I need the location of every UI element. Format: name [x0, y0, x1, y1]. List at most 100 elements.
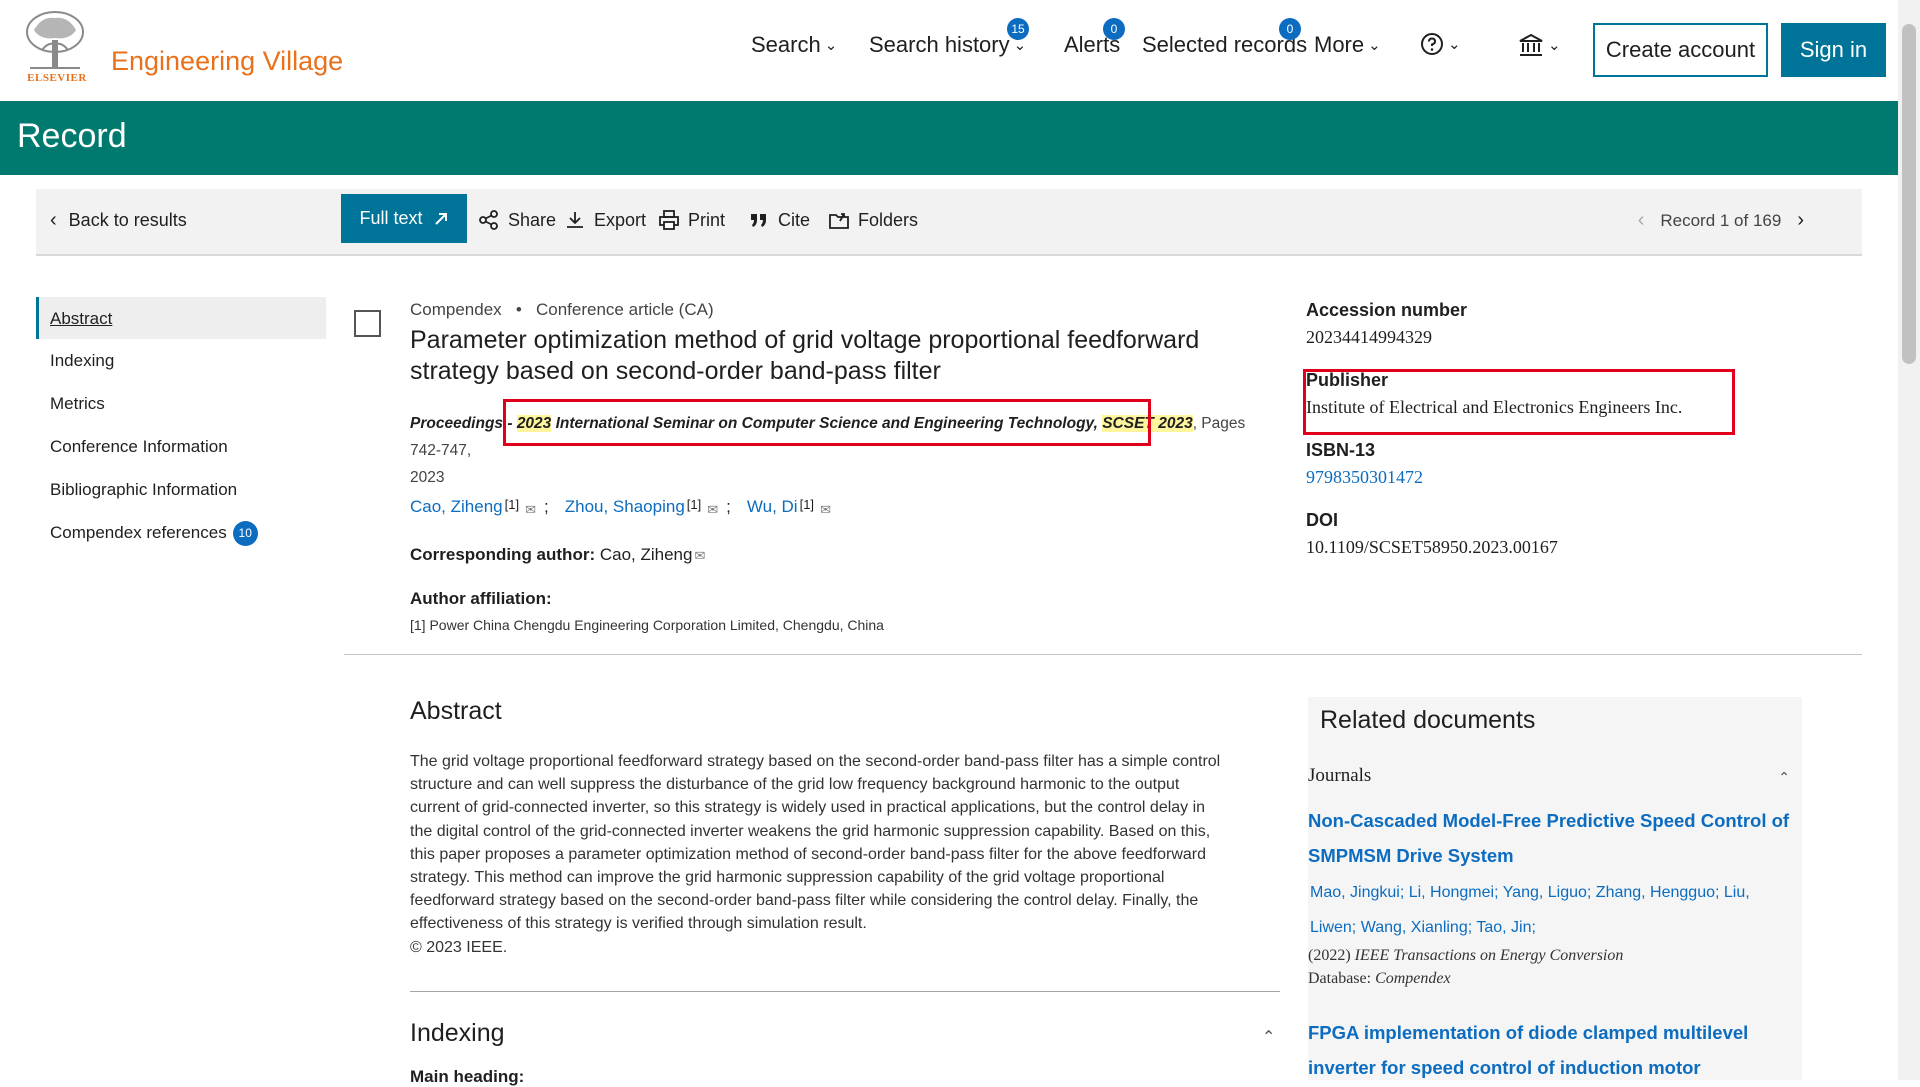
chevron-down-icon: ⌄ — [1448, 36, 1461, 53]
isbn-label: ISBN-13 — [1306, 440, 1376, 460]
related-doc-title-link[interactable]: FPGA implementation of diode clamped mul… — [1308, 1015, 1788, 1080]
share-button[interactable]: Share — [478, 209, 556, 231]
print-label: Print — [688, 209, 726, 230]
email-icon[interactable]: ✉ — [525, 502, 536, 518]
source-prefix: Proceedings - — [410, 415, 517, 432]
abstract-text: The grid voltage proportional feedforwar… — [410, 750, 1230, 959]
author-affiliation-ref: [1] — [799, 497, 815, 512]
sidenav-conference-information[interactable]: Conference Information — [36, 425, 326, 468]
author-affiliation-ref: [1] — [504, 497, 520, 512]
search-history-badge: 15 — [1007, 18, 1029, 40]
selected-records-badge: 0 — [1279, 18, 1301, 40]
alerts-badge: 0 — [1103, 18, 1125, 40]
related-doc-journal: IEEE Transactions on Energy Conversion — [1354, 947, 1624, 964]
related-documents-heading: Related documents — [1320, 706, 1536, 734]
sidenav-abstract[interactable]: Abstract — [36, 297, 326, 339]
record-banner: Record — [0, 101, 1898, 175]
author-affiliation-ref: [1] — [686, 497, 702, 512]
doi: 10.1109/SCSET58950.2023.00167 — [1306, 537, 1558, 557]
chevron-right-icon[interactable]: › — [1797, 209, 1804, 232]
scrollbar-thumb[interactable] — [1902, 24, 1916, 364]
author-affiliation: [1] Power China Chengdu Engineering Corp… — [410, 617, 884, 633]
corresponding-author: Corresponding author: Cao, Ziheng ✉ — [410, 545, 705, 565]
chevron-down-icon: ⌄ — [824, 37, 838, 54]
author-link[interactable]: Zhou, Shaoping — [565, 497, 685, 517]
related-doc-database: Database: Compendex — [1308, 970, 1451, 988]
print-button[interactable]: Print — [658, 209, 725, 231]
nav-help[interactable]: ⌄ — [1420, 32, 1461, 56]
source-year: 2023 — [410, 469, 445, 486]
create-account-button[interactable]: Create account — [1593, 23, 1768, 77]
full-text-button[interactable]: Full text — [341, 194, 467, 243]
nav-more-label: More — [1314, 32, 1365, 57]
export-button[interactable]: Export — [564, 209, 646, 231]
printer-icon — [659, 210, 679, 230]
folder-icon — [829, 213, 849, 229]
sidenav-bibliographic-information[interactable]: Bibliographic Information — [36, 468, 326, 511]
chevron-left-icon[interactable]: ‹ — [1638, 209, 1645, 232]
export-label: Export — [594, 209, 647, 230]
quote-icon — [751, 214, 766, 227]
abstract-heading: Abstract — [410, 697, 502, 725]
related-doc-authors[interactable]: Mao, Jingkui; Li, Hongmei; Yang, Liguo; … — [1310, 875, 1780, 945]
institution-icon — [1519, 33, 1543, 56]
annotation-highlight-box — [503, 399, 1151, 446]
external-link-icon — [434, 212, 447, 225]
page-title: Record — [17, 117, 127, 155]
cite-button[interactable]: Cite — [748, 209, 810, 231]
email-icon[interactable]: ✉ — [820, 502, 831, 518]
email-icon[interactable]: ✉ — [694, 548, 705, 563]
related-doc-source: (2022) IEEE Transactions on Energy Conve… — [1308, 947, 1623, 965]
document-type: Conference article (CA) — [536, 300, 714, 319]
related-doc-title-link[interactable]: Non-Cascaded Model-Free Predictive Speed… — [1308, 803, 1798, 873]
sidenav-metrics[interactable]: Metrics — [36, 382, 326, 425]
record-toolbar: ‹ Back to results Full text Share Export… — [36, 189, 1862, 256]
cite-label: Cite — [778, 209, 811, 230]
nav-search-history[interactable]: Search history ⌄ 15 — [869, 18, 1029, 58]
main-heading-label: Main heading: — [410, 1067, 525, 1086]
record-title: Parameter optimization method of grid vo… — [410, 326, 1200, 385]
page-scrollbar[interactable] — [1898, 0, 1920, 1080]
nav-selected-records[interactable]: Selected records 0 — [1142, 18, 1307, 58]
accession-number: 20234414994329 — [1306, 327, 1432, 347]
corresponding-author-name: Cao, Ziheng — [599, 545, 693, 564]
nav-institution[interactable]: ⌄ — [1518, 32, 1561, 58]
sidenav-compendex-references-label: Compendex references — [50, 523, 227, 542]
abstract-body: The grid voltage proportional feedforwar… — [410, 753, 1221, 933]
chevron-up-icon[interactable]: ⌃ — [1262, 1027, 1275, 1047]
sign-in-button[interactable]: Sign in — [1781, 23, 1886, 77]
author-link[interactable]: Wu, Di — [747, 497, 798, 517]
author-link[interactable]: Cao, Ziheng — [410, 497, 503, 517]
sidenav-compendex-references[interactable]: Compendex references 10 — [36, 511, 326, 554]
isbn-link[interactable]: 9798350301472 — [1306, 467, 1746, 488]
record-meta: Compendex • Conference article (CA) — [410, 300, 714, 320]
section-divider — [410, 991, 1280, 992]
nav-more[interactable]: More ⌄ — [1314, 32, 1381, 58]
references-count-badge: 10 — [232, 521, 258, 547]
nav-alerts[interactable]: Alerts 0 — [1064, 18, 1125, 58]
author-affiliation-label: Author affiliation: — [410, 589, 552, 608]
chevron-up-icon[interactable]: ⌃ — [1778, 769, 1790, 786]
bullet-separator: • — [506, 300, 532, 319]
nav-search[interactable]: Search ⌄ — [751, 32, 837, 58]
author-separator: ; — [544, 497, 549, 516]
record-sidenav: Abstract Indexing Metrics Conference Inf… — [36, 297, 326, 554]
share-icon — [479, 210, 498, 230]
back-to-results-link[interactable]: ‹ Back to results — [50, 209, 187, 232]
select-record-checkbox[interactable] — [354, 310, 381, 337]
accession-number-label: Accession number — [1306, 300, 1468, 320]
sidenav-indexing[interactable]: Indexing — [36, 339, 326, 382]
elsevier-wordmark: ELSEVIER — [27, 72, 87, 84]
folders-button[interactable]: Folders — [828, 209, 918, 231]
chevron-down-icon: ⌄ — [1368, 37, 1381, 54]
related-documents-panel: Related documents Journals ⌃ Non-Cascade… — [1308, 697, 1802, 1080]
related-section-journals[interactable]: Journals — [1308, 765, 1371, 787]
doi-label: DOI — [1306, 510, 1339, 530]
back-to-results-label: Back to results — [68, 210, 187, 230]
record-position: Record 1 of 169 — [1660, 210, 1782, 230]
indexing-heading: Indexing — [410, 1019, 505, 1047]
email-icon[interactable]: ✉ — [707, 502, 718, 518]
full-text-label: Full text — [359, 208, 423, 228]
related-doc-year: (2022) — [1308, 947, 1351, 964]
abstract-copyright: © 2023 IEEE. — [410, 938, 508, 956]
